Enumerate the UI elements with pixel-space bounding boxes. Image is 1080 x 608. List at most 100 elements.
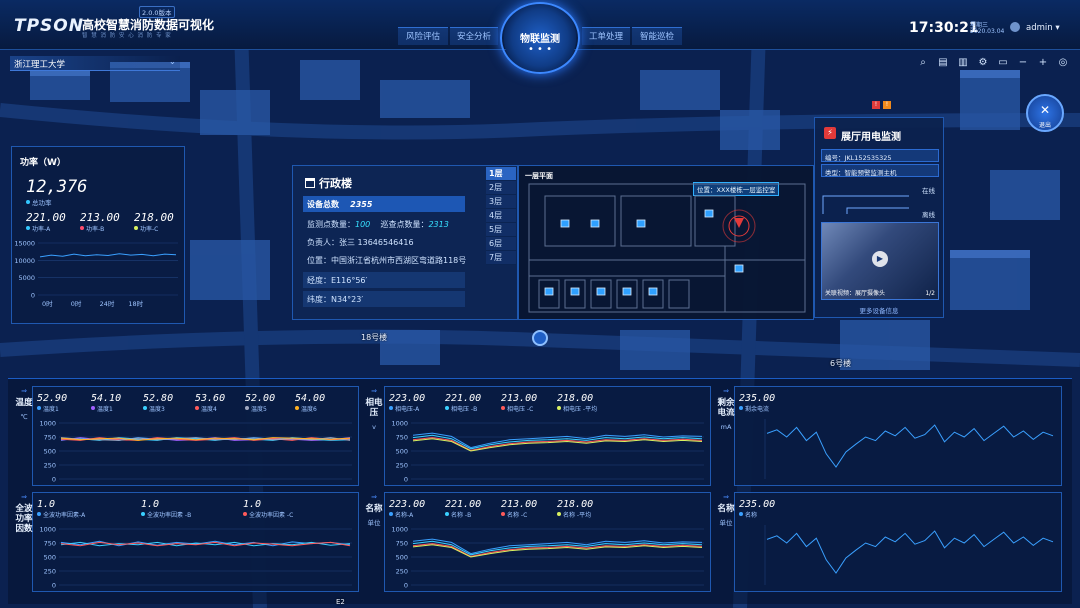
longitude-row: 经度：E116°56′ xyxy=(303,272,465,288)
floor-item-4[interactable]: 4层 xyxy=(486,209,516,223)
stat-temp-1: 52.90 温度1 xyxy=(37,393,68,413)
arrow-icon: ⇒ xyxy=(371,493,377,501)
locate-icon[interactable]: ◎ xyxy=(1056,56,1070,70)
y-tick-label: 0 xyxy=(31,292,35,300)
stat-name-b: 221.00 名称 -B xyxy=(445,499,482,519)
name-a-card: 223.00 名称-A 221.00 名称 -B 213.00 名称 -C 218.0… xyxy=(384,492,711,592)
stat-name-c: 213.00 名称 -C xyxy=(501,499,538,519)
zoom-fit-icon[interactable]: ▤ xyxy=(936,56,950,70)
clock: 17:30:21 xyxy=(909,20,979,36)
building-title: 行政楼 xyxy=(305,175,352,191)
user-icon xyxy=(1010,22,1020,32)
name-b-chart xyxy=(764,525,1054,585)
campus-select-value: 浙江理工大学 xyxy=(14,60,66,70)
temperature-card: 52.90 温度1 54.10 温度1 52.80 温度3 53.60 温度4 52.0… xyxy=(32,386,359,486)
stat-pf-c: 1.0 全波功率因素 -C xyxy=(243,499,294,519)
name-b-card: 235.00 名称 xyxy=(734,492,1062,592)
building-icon xyxy=(305,178,315,188)
floorplan-drawing[interactable] xyxy=(525,180,809,316)
latitude-row: 纬度：N34°23′ xyxy=(303,291,465,307)
building-label-18[interactable]: 18号楼 xyxy=(361,332,387,343)
stat-name-a: 223.00 名称-A xyxy=(389,499,426,519)
floor-item-3[interactable]: 3层 xyxy=(486,195,516,209)
total-power-label: 总功率 xyxy=(26,197,52,207)
user-menu[interactable]: admin ▾ xyxy=(1010,22,1060,33)
tab-risk-assessment[interactable]: 风险评估 xyxy=(398,27,448,45)
tab-iot-monitoring-dots: • • • xyxy=(527,44,553,55)
y-tick-label: 1000 xyxy=(39,526,56,534)
stat-temp-4: 53.60 温度4 xyxy=(195,393,226,413)
tab-smart-inspection[interactable]: 智能巡检 xyxy=(632,27,682,45)
monitor-icon[interactable]: ▭ xyxy=(996,56,1010,70)
stat-voltage-b: 221.00 相电压 -B xyxy=(445,393,482,413)
stat-temp-5: 52.00 温度5 xyxy=(245,393,276,413)
map-label-e2[interactable]: E2 xyxy=(336,598,345,606)
phase-b: 213.00 功率-B xyxy=(80,211,120,233)
floor-item-7[interactable]: 7层 xyxy=(486,251,516,265)
camera-preview[interactable]: ▶ 关联视频：展厅摄像头 1/2 xyxy=(821,222,939,300)
temperature-side-label: ⇒ 温度 ℃ xyxy=(15,387,33,421)
alert-orange-icon[interactable]: ! xyxy=(883,101,891,109)
arrow-icon: ⇒ xyxy=(723,387,729,395)
floor-item-6[interactable]: 6层 xyxy=(486,237,516,251)
play-icon[interactable]: ▶ xyxy=(872,251,888,267)
floor-list: 1层 2层 3层 4层 5层 6层 7层 xyxy=(486,167,516,265)
tab-work-orders[interactable]: 工单处理 xyxy=(582,27,630,45)
status-lines xyxy=(822,195,909,214)
y-tick-label: 500 xyxy=(44,554,56,562)
stat-temp-3: 52.80 温度3 xyxy=(143,393,174,413)
tab-iot-monitoring[interactable]: 物联监测 • • • xyxy=(500,2,580,74)
more-device-link[interactable]: 更多设备信息 xyxy=(815,305,943,315)
phase-voltage-side-label: ⇒ 相电压 v xyxy=(365,387,383,431)
tab-safety-analysis[interactable]: 安全分析 xyxy=(450,27,498,45)
stat-pf-a: 1.0 全波功率因素-A xyxy=(37,499,86,519)
arrow-icon: ⇒ xyxy=(371,387,377,395)
stat-voltage-avg: 218.00 相电压 -平均 xyxy=(557,393,598,413)
temperature-chart: 0 250 500 750 1000 xyxy=(39,420,352,484)
brand-logo: TPSON xyxy=(14,16,84,36)
phase-voltage-chart: 0 250 500 750 1000 xyxy=(391,420,704,484)
close-icon: ✕ xyxy=(1039,103,1051,117)
tab-iot-monitoring-label: 物联监测 xyxy=(520,34,560,45)
phase-a: 221.00 功率-A xyxy=(26,211,66,233)
series-line xyxy=(766,530,1054,574)
alert-badges: ! ! xyxy=(872,101,891,109)
floor-item-5[interactable]: 5层 xyxy=(486,223,516,237)
building-icon[interactable]: ▥ xyxy=(956,56,970,70)
floor-item-2[interactable]: 2层 xyxy=(486,181,516,195)
y-tick-label: 0 xyxy=(52,476,56,484)
slogan: 智 慧 消 防 安 心 消 防 专 家 xyxy=(82,33,172,39)
search-icon[interactable]: ⌕ xyxy=(916,56,930,70)
campus-select[interactable]: 浙江理工大学 ⌄ xyxy=(10,56,180,71)
x-tick-label: 24时 xyxy=(100,299,115,308)
y-tick-label: 250 xyxy=(396,462,408,470)
y-tick-label: 500 xyxy=(396,448,408,456)
stat-name-single: 235.00 名称 xyxy=(739,499,776,519)
exit-label: 退出 xyxy=(1038,122,1051,129)
user-name: admin ▾ xyxy=(1026,23,1060,33)
phase-c: 218.00 功率-C xyxy=(134,211,174,233)
floor-item-1[interactable]: 1层 xyxy=(486,167,516,181)
building-label-6[interactable]: 6号楼 xyxy=(830,358,851,369)
power-alert-icon: ⚡ xyxy=(824,127,836,139)
gear-icon[interactable]: ⚙ xyxy=(976,56,990,70)
name-b-side-label: ⇒ 名称 单位 xyxy=(717,493,735,527)
x-tick-label: 18时 xyxy=(128,299,143,308)
x-tick-label: 0时 xyxy=(71,299,82,308)
power-factor-chart: 0 250 500 750 1000 xyxy=(39,526,352,590)
exit-button[interactable]: ✕ 退出 xyxy=(1026,94,1064,132)
series-line xyxy=(39,253,177,258)
x-tick-label: 0时 xyxy=(42,299,53,308)
y-tick-label: 0 xyxy=(404,476,408,484)
arrow-icon: ⇒ xyxy=(21,387,27,395)
minus-icon[interactable]: − xyxy=(1016,56,1030,70)
power-chart: 0 5000 10000 15000 0时 0时 24时 18时 xyxy=(14,240,178,308)
power-factor-side-label: ⇒ 全波功率因数 xyxy=(15,493,33,534)
building-pin[interactable] xyxy=(532,330,548,346)
plus-icon[interactable]: + xyxy=(1036,56,1050,70)
y-tick-label: 750 xyxy=(396,540,408,548)
alert-red-icon[interactable]: ! xyxy=(872,101,880,109)
hall-title: 展厅用电监测 xyxy=(841,132,901,143)
stat-voltage-a: 223.00 相电压-A xyxy=(389,393,426,413)
y-tick-label: 750 xyxy=(396,434,408,442)
